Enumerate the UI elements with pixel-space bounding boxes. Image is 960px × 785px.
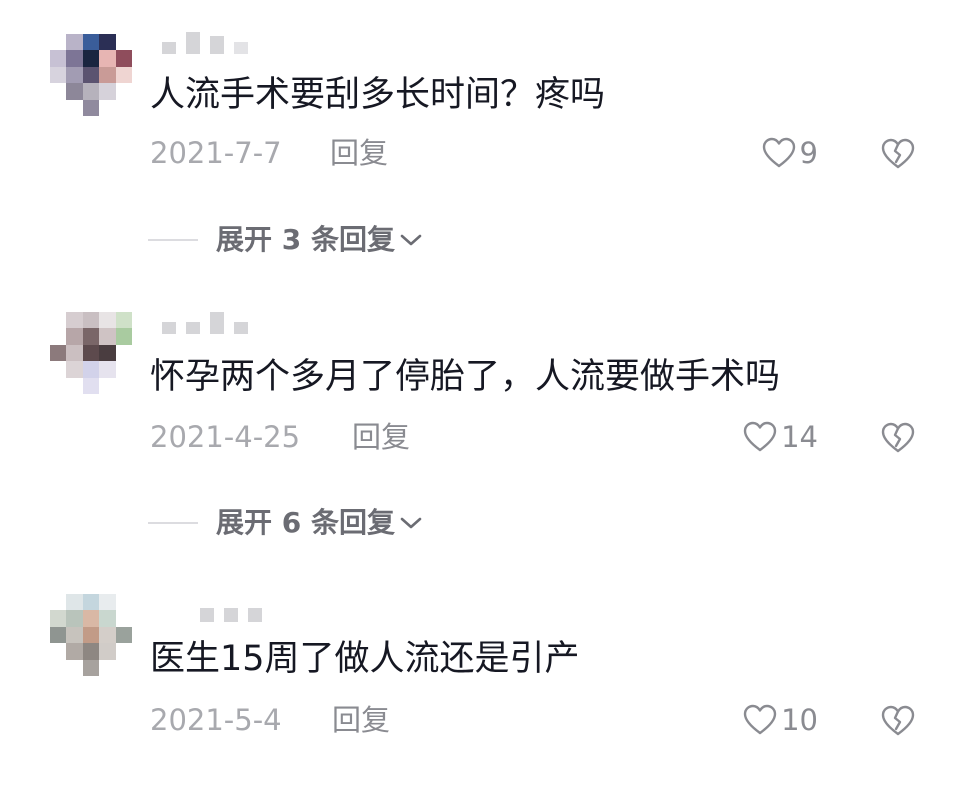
- username-blurred[interactable]: [162, 312, 248, 334]
- avatar[interactable]: [50, 34, 132, 116]
- heart-outline-icon: [743, 704, 777, 735]
- heart-outline-icon: [762, 137, 795, 168]
- username-blurred[interactable]: [162, 32, 248, 54]
- reply-button[interactable]: 回复: [332, 702, 390, 738]
- like-button[interactable]: 10: [743, 702, 818, 738]
- comment-text: 人流手术要刮多长时间？疼吗: [150, 75, 606, 115]
- like-button[interactable]: 14: [743, 419, 818, 455]
- divider-line: [148, 522, 198, 524]
- broken-heart-icon[interactable]: [880, 421, 916, 455]
- like-count: 10: [781, 703, 818, 737]
- username-blurred[interactable]: [200, 600, 262, 622]
- comment-date: 2021-7-7: [150, 136, 282, 170]
- chevron-down-icon: [400, 234, 422, 246]
- heart-outline-icon: [743, 421, 777, 452]
- divider-line: [148, 239, 198, 241]
- chevron-down-icon: [400, 517, 422, 529]
- comment-text: 怀孕两个多月了停胎了，人流要做手术吗: [150, 357, 781, 397]
- comment-text: 医生15周了做人流还是引产: [150, 639, 580, 679]
- comment-date: 2021-4-25: [150, 420, 301, 454]
- avatar[interactable]: [50, 312, 132, 394]
- reply-button[interactable]: 回复: [352, 419, 410, 455]
- like-count: 14: [781, 420, 818, 454]
- avatar[interactable]: [50, 594, 132, 676]
- reply-button[interactable]: 回复: [330, 135, 388, 171]
- broken-heart-icon[interactable]: [880, 704, 916, 738]
- like-button[interactable]: 9: [762, 135, 818, 171]
- like-count: 9: [799, 136, 818, 170]
- broken-heart-icon[interactable]: [880, 137, 916, 171]
- expand-replies-label: 展开 6 条回复: [216, 506, 395, 539]
- expand-replies-button[interactable]: 展开 6 条回复: [148, 505, 423, 541]
- comment-date: 2021-5-4: [150, 703, 282, 737]
- expand-replies-label: 展开 3 条回复: [216, 223, 395, 256]
- expand-replies-button[interactable]: 展开 3 条回复: [148, 222, 423, 258]
